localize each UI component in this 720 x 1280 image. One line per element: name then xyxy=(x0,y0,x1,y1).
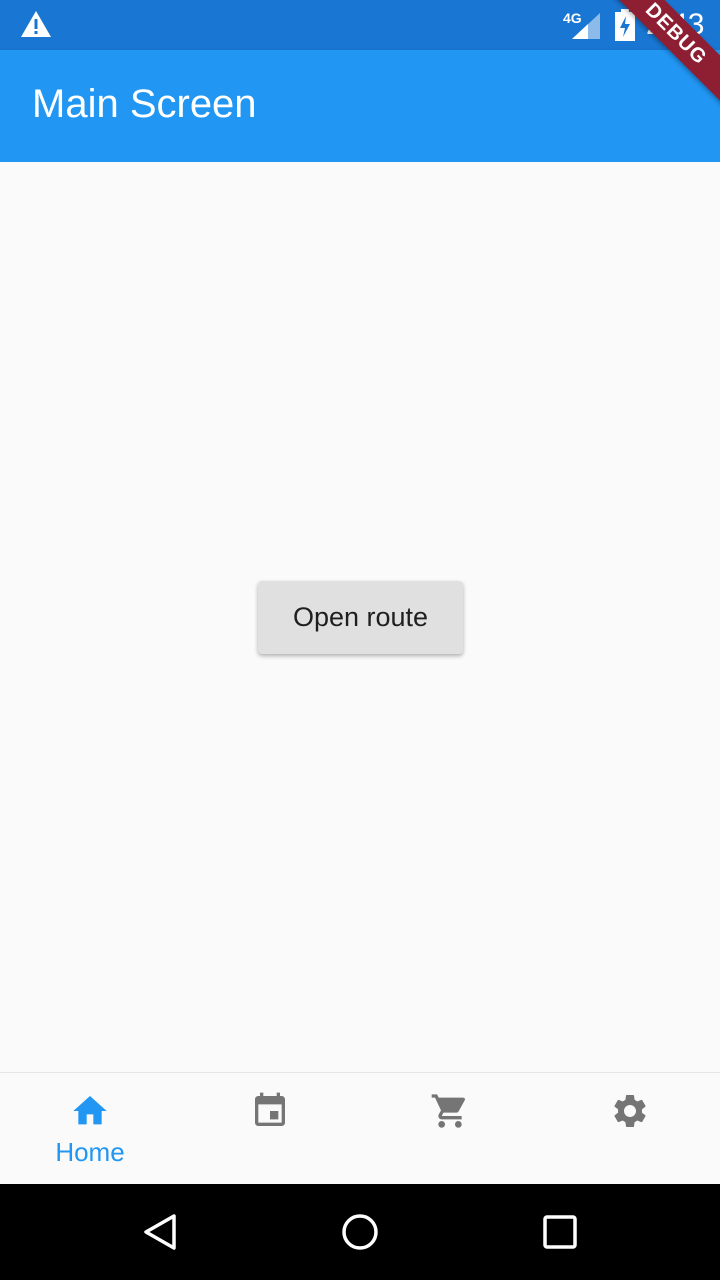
system-navigation-bar xyxy=(0,1184,720,1280)
nav-item-home[interactable]: Home xyxy=(0,1073,180,1185)
warning-icon xyxy=(21,11,51,37)
bottom-navigation: Home xyxy=(0,1072,720,1184)
main-content: Open route xyxy=(0,162,720,1072)
recents-icon[interactable] xyxy=(540,1212,580,1252)
page-title: Main Screen xyxy=(32,82,257,126)
nav-item-calendar[interactable] xyxy=(180,1073,360,1185)
home-icon xyxy=(73,1096,107,1125)
nav-item-label: Home xyxy=(55,1137,125,1167)
open-route-button[interactable]: Open route xyxy=(258,581,463,654)
home-circle-icon[interactable] xyxy=(340,1212,380,1252)
back-icon[interactable] xyxy=(140,1212,180,1252)
cart-icon xyxy=(431,1094,466,1128)
app-bar: Main Screen xyxy=(0,50,720,162)
status-bar: 4G 2:43 xyxy=(0,0,720,50)
settings-icon xyxy=(614,1095,646,1127)
nav-item-cart[interactable] xyxy=(360,1073,540,1185)
nav-item-settings[interactable] xyxy=(540,1073,720,1185)
calendar-icon xyxy=(255,1092,285,1126)
signal-icon xyxy=(572,13,600,39)
